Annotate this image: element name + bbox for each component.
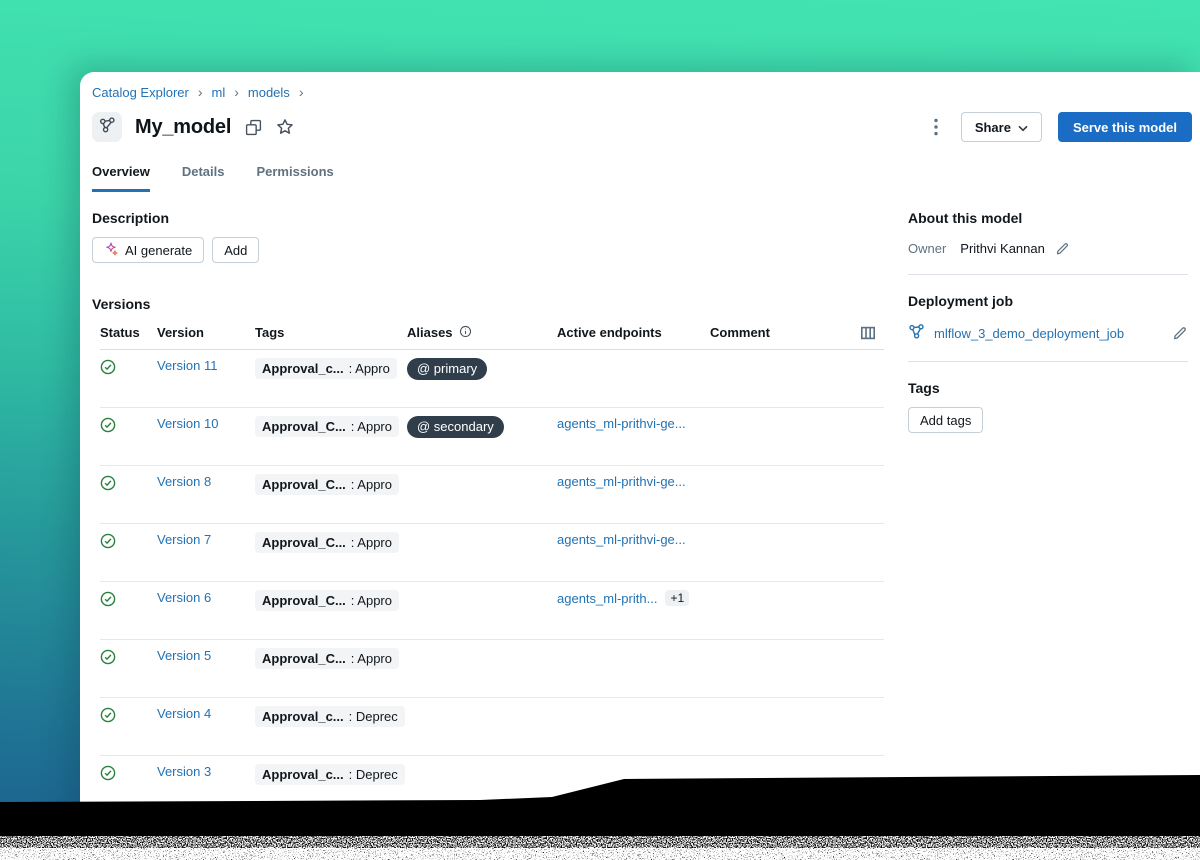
tag-chip: Approval_c...: Deprec [255,706,405,727]
status-ready-icon [100,764,157,784]
version-link[interactable]: Version 3 [157,764,211,779]
about-heading: About this model [908,210,1188,226]
deployment-job-heading: Deployment job [908,293,1188,309]
page: Catalog Explorer › ml › models › M [0,0,1200,860]
version-link[interactable]: Version 6 [157,590,211,605]
tab-overview[interactable]: Overview [92,164,150,192]
page-title: My_model [135,116,231,139]
status-ready-icon [100,706,157,726]
favorite-star-icon[interactable] [276,118,294,136]
table-row: Version 6 Approval_C...: Appro agents_ml… [100,582,884,640]
table-row: Version 4 Approval_c...: Deprec [100,698,884,756]
info-icon[interactable] [459,325,472,341]
add-description-button[interactable]: Add [212,237,259,263]
version-link[interactable]: Version 4 [157,706,211,721]
column-tags: Tags [255,325,407,340]
endpoint-link[interactable]: agents_ml-prith... [557,591,657,606]
add-tags-button[interactable]: Add tags [908,407,983,433]
versions-table: Status Version Tags Aliases [100,316,884,814]
deployment-job-link[interactable]: mlflow_3_demo_deployment_job [934,326,1124,341]
tab-details[interactable]: Details [182,164,225,192]
copy-icon[interactable] [245,119,262,136]
alias-badge: @ primary [407,358,487,380]
table-row: Version 7 Approval_C...: Appro agents_ml… [100,524,884,582]
owner-value: Prithvi Kannan [960,241,1045,256]
breadcrumb-separator: › [234,85,239,99]
table-row: Version 10 Approval_C...: Appro @ second… [100,408,884,466]
status-ready-icon [100,648,157,668]
ai-sparkle-icon [104,242,118,259]
tag-chip: Approval_C...: Appro [255,416,399,437]
breadcrumb-models[interactable]: models [248,85,290,100]
breadcrumb-separator: › [299,85,304,99]
serve-model-button[interactable]: Serve this model [1058,112,1192,142]
ai-generate-button[interactable]: AI generate [92,237,204,263]
version-link[interactable]: Version 11 [157,358,217,373]
description-heading: Description [92,210,884,226]
tag-chip: Approval_C...: Appro [255,648,399,669]
overview-main: Description AI gener [92,210,884,814]
table-row: Version 11 Approval_c...: Appro @ primar… [100,350,884,408]
overflow-menu-icon[interactable] [927,112,945,142]
column-status: Status [100,325,157,340]
column-version: Version [157,325,255,340]
column-active-endpoints: Active endpoints [557,325,710,340]
endpoint-link[interactable]: agents_ml-prithvi-ge... [557,532,686,547]
breadcrumb-catalog-explorer[interactable]: Catalog Explorer [92,85,189,100]
endpoint-link[interactable]: agents_ml-prithvi-ge... [557,474,686,489]
version-link[interactable]: Version 5 [157,648,211,663]
breadcrumb-ml[interactable]: ml [212,85,226,100]
breadcrumb-separator: › [198,85,203,99]
version-link[interactable]: Version 10 [157,416,218,431]
status-ready-icon [100,474,157,494]
versions-table-header: Status Version Tags Aliases [100,316,884,350]
right-sidebar: About this model Owner Prithvi Kannan De… [908,210,1192,814]
tag-chip: Approval_c...: Appro [255,358,397,379]
tab-permissions[interactable]: Permissions [256,164,333,192]
versions-heading: Versions [92,296,884,312]
status-ready-icon [100,590,157,610]
table-row: Version 8 Approval_C...: Appro agents_ml… [100,466,884,524]
more-endpoints-chip[interactable]: +1 [665,590,689,606]
chevron-down-icon [1018,120,1028,135]
breadcrumb: Catalog Explorer › ml › models › [92,85,1192,100]
model-icon-box [92,112,122,142]
column-aliases: Aliases [407,325,453,340]
version-link[interactable]: Version 7 [157,532,211,547]
edit-owner-pencil-icon[interactable] [1055,241,1070,256]
title-row: My_model Shar [92,109,1192,145]
owner-label: Owner [908,241,946,256]
model-icon [98,116,116,139]
ai-generate-label: AI generate [125,243,192,258]
tag-chip: Approval_C...: Appro [255,590,399,611]
version-link[interactable]: Version 8 [157,474,211,489]
tab-bar: Overview Details Permissions [92,164,1192,192]
share-button-label: Share [975,120,1011,135]
alias-badge: @ secondary [407,416,504,438]
tag-chip: Approval_C...: Appro [255,474,399,495]
tag-chip: Approval_c...: Deprec [255,764,405,785]
edit-deployment-job-pencil-icon[interactable] [1172,325,1188,341]
table-columns-icon[interactable] [860,325,884,341]
status-ready-icon [100,358,157,378]
table-row: Version 5 Approval_C...: Appro [100,640,884,698]
job-graph-icon [908,323,925,343]
header-actions: Share Serve this model [927,112,1192,142]
status-ready-icon [100,416,157,436]
catalog-explorer-card: Catalog Explorer › ml › models › M [80,72,1200,860]
tags-heading: Tags [908,380,1188,396]
endpoint-link[interactable]: agents_ml-prithvi-ge... [557,416,686,431]
share-button[interactable]: Share [961,112,1042,142]
sidebar-divider [908,274,1188,275]
sidebar-divider [908,361,1188,362]
column-comment: Comment [710,325,820,340]
status-ready-icon [100,532,157,552]
tag-chip: Approval_C...: Appro [255,532,399,553]
